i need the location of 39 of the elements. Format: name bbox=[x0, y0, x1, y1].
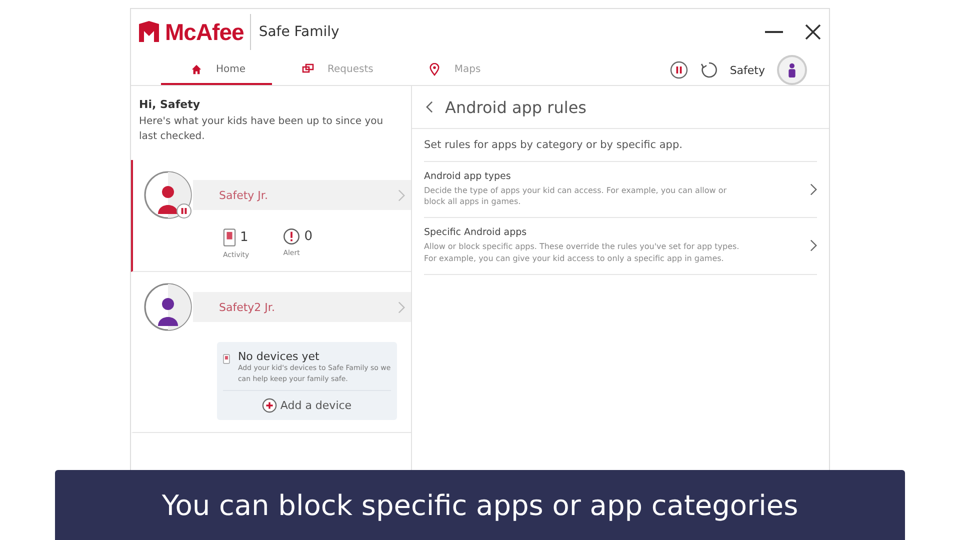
rule-title: Specific Android apps bbox=[424, 227, 528, 238]
back-icon[interactable] bbox=[426, 101, 433, 113]
nav-tab[interactable]: Home bbox=[161, 55, 272, 85]
chevron-right-icon bbox=[398, 300, 405, 314]
chevron-right-icon bbox=[810, 182, 817, 196]
chat-icon bbox=[302, 63, 314, 75]
child-name: Safety2 Jr. bbox=[219, 300, 275, 314]
product-name: Safe Family bbox=[258, 24, 340, 40]
caption-banner: You can block specific apps or app categories bbox=[55, 470, 905, 540]
pause-icon[interactable] bbox=[670, 61, 688, 79]
alert-icon bbox=[283, 228, 300, 245]
add-device-button[interactable]: Add a device bbox=[256, 397, 358, 414]
home-icon bbox=[191, 64, 202, 74]
no-devices-title: No devices yet bbox=[238, 350, 320, 363]
shield-logo-icon bbox=[137, 20, 161, 44]
chevron-right-icon bbox=[398, 188, 405, 202]
phone-icon bbox=[223, 228, 236, 247]
refresh-icon[interactable] bbox=[700, 61, 718, 79]
panel-title: Android app rules bbox=[445, 98, 586, 116]
close-icon[interactable] bbox=[805, 24, 821, 40]
rule-description: Allow or block specific apps. These override the rules you've set for app types. For example, you can give your kid access to only a specific app in games. bbox=[424, 241, 740, 264]
child-name-bar[interactable]: Safety Jr. bbox=[193, 180, 411, 210]
map-pin-icon bbox=[429, 62, 440, 76]
child-name: Safety Jr. bbox=[219, 188, 268, 202]
stat-count: 0 bbox=[304, 229, 312, 244]
child-name-bar[interactable]: Safety2 Jr. bbox=[193, 292, 411, 322]
panel-intro: Set rules for apps by category or by specific app. bbox=[424, 129, 817, 162]
rule-item[interactable]: Specific Android apps Allow or block specific apps. These override the rules you've set for app types. For example, you can give your kid access to only a specific app in games. bbox=[424, 218, 817, 275]
account-avatar[interactable] bbox=[777, 55, 807, 85]
account-name: Safety bbox=[730, 64, 765, 76]
rule-description: Decide the type of apps your kid can access. For example, you can allow or block all apps in games. bbox=[424, 185, 728, 208]
rule-title: Android app types bbox=[424, 171, 512, 182]
rule-item[interactable]: Android app types Decide the type of apps your kid can access. For example, you can allow or block all apps in games. bbox=[424, 162, 817, 218]
chevron-right-icon bbox=[810, 239, 817, 252]
greeting: Hi, Safety bbox=[139, 98, 202, 111]
stat-count: 1 bbox=[240, 230, 248, 245]
plus-icon bbox=[262, 398, 278, 413]
intro-text: Here's what your kids have been up to since you last checked. bbox=[139, 115, 384, 144]
brand-name: McAfee bbox=[165, 18, 244, 46]
